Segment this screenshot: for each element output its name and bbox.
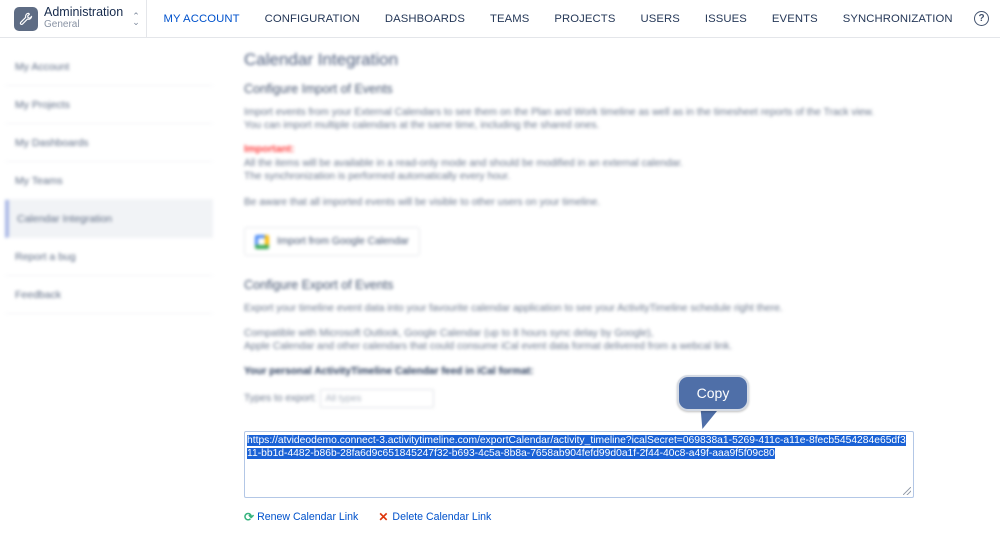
import-google-calendar-label: Import from Google Calendar [277, 236, 409, 247]
sidebar-item-my-dashboards[interactable]: My Dashboards [5, 124, 213, 162]
help-icon[interactable]: ? [974, 11, 989, 26]
sidebar-item-my-account[interactable]: My Account [5, 48, 213, 86]
import-google-calendar-button[interactable]: Import from Google Calendar [244, 227, 420, 256]
delete-calendar-link-label: Delete Calendar Link [392, 511, 492, 523]
important-label: Important: [244, 144, 295, 155]
calendar-feed-url: https://atvideodemo.connect-3.activityti… [247, 435, 906, 459]
sidebar: My Account My Projects My Dashboards My … [5, 48, 213, 323]
export-description: Export your timeline event data into you… [244, 303, 783, 314]
sidebar-item-my-projects[interactable]: My Projects [5, 86, 213, 124]
main-nav: MY ACCOUNT CONFIGURATION DASHBOARDS TEAM… [151, 0, 965, 38]
sidebar-item-report-bug[interactable]: Report a bug [5, 238, 213, 276]
renew-calendar-link-label: Renew Calendar Link [257, 511, 359, 523]
callout-tail [693, 409, 719, 429]
nav-issues[interactable]: ISSUES [692, 0, 759, 38]
nav-configuration[interactable]: CONFIGURATION [252, 0, 372, 38]
nav-my-account[interactable]: MY ACCOUNT [151, 0, 252, 38]
close-icon: ✕ [378, 510, 389, 524]
compatibility-text: Compatible with Microsoft Outlook, Googl… [244, 327, 924, 353]
types-to-export-label: Types to export: [244, 393, 317, 404]
delete-calendar-link[interactable]: ✕ Delete Calendar Link [378, 510, 491, 524]
calendar-link-actions: ⟳ Renew Calendar Link ✕ Delete Calendar … [244, 510, 511, 524]
google-calendar-icon [255, 234, 269, 249]
nav-synchronization[interactable]: SYNCHRONIZATION [830, 0, 965, 38]
chevron-up-down-icon: ⌃ ⌄ [132, 10, 140, 27]
nav-teams[interactable]: TEAMS [477, 0, 541, 38]
renew-calendar-link[interactable]: ⟳ Renew Calendar Link [244, 510, 358, 524]
types-to-export-input[interactable]: All types [320, 389, 435, 408]
calendar-feed-url-textarea[interactable]: https://atvideodemo.connect-3.activityti… [244, 431, 914, 498]
app-title: Administration [44, 5, 124, 19]
import-description: Import events from your External Calenda… [244, 106, 924, 132]
sidebar-item-my-teams[interactable]: My Teams [5, 162, 213, 200]
compatibility-line-2: Apple Calendar and other calendars that … [244, 341, 733, 352]
top-navigation-bar: Administration General ⌃ ⌄ MY ACCOUNT CON… [0, 0, 1000, 38]
sidebar-item-feedback[interactable]: Feedback [5, 276, 213, 314]
main-content: Calendar Integration Configure Import of… [244, 48, 924, 408]
nav-dashboards[interactable]: DASHBOARDS [372, 0, 477, 38]
app-switcher[interactable]: Administration General ⌃ ⌄ [0, 0, 147, 38]
import-description-line-1: Import events from your External Calenda… [244, 107, 875, 118]
nav-events[interactable]: EVENTS [759, 0, 830, 38]
refresh-icon: ⟳ [244, 510, 255, 524]
resize-handle-icon[interactable] [903, 487, 911, 495]
nav-projects[interactable]: PROJECTS [542, 0, 628, 38]
wrench-icon [14, 6, 38, 31]
important-line-1: All the items will be available in a rea… [244, 158, 683, 169]
copy-callout: Copy [677, 375, 749, 411]
important-text: All the items will be available in a rea… [244, 157, 924, 183]
page-title: Calendar Integration [244, 50, 399, 69]
export-heading: Configure Export of Events [244, 278, 394, 292]
important-line-2: The synchronization is performed automat… [244, 171, 511, 182]
import-heading: Configure Import of Events [244, 82, 393, 96]
visibility-notice: Be aware that all imported events will b… [244, 197, 601, 208]
nav-users[interactable]: USERS [628, 0, 692, 38]
import-description-line-2: You can import multiple calendars at the… [244, 120, 600, 131]
types-to-export-row: Types to export: All types [244, 389, 924, 408]
compatibility-line-1: Compatible with Microsoft Outlook, Googl… [244, 328, 654, 339]
app-subtitle: General [44, 19, 80, 30]
feed-label: Your personal ActivityTimeline Calendar … [244, 366, 534, 377]
sidebar-item-calendar-integration[interactable]: Calendar Integration [5, 200, 213, 238]
